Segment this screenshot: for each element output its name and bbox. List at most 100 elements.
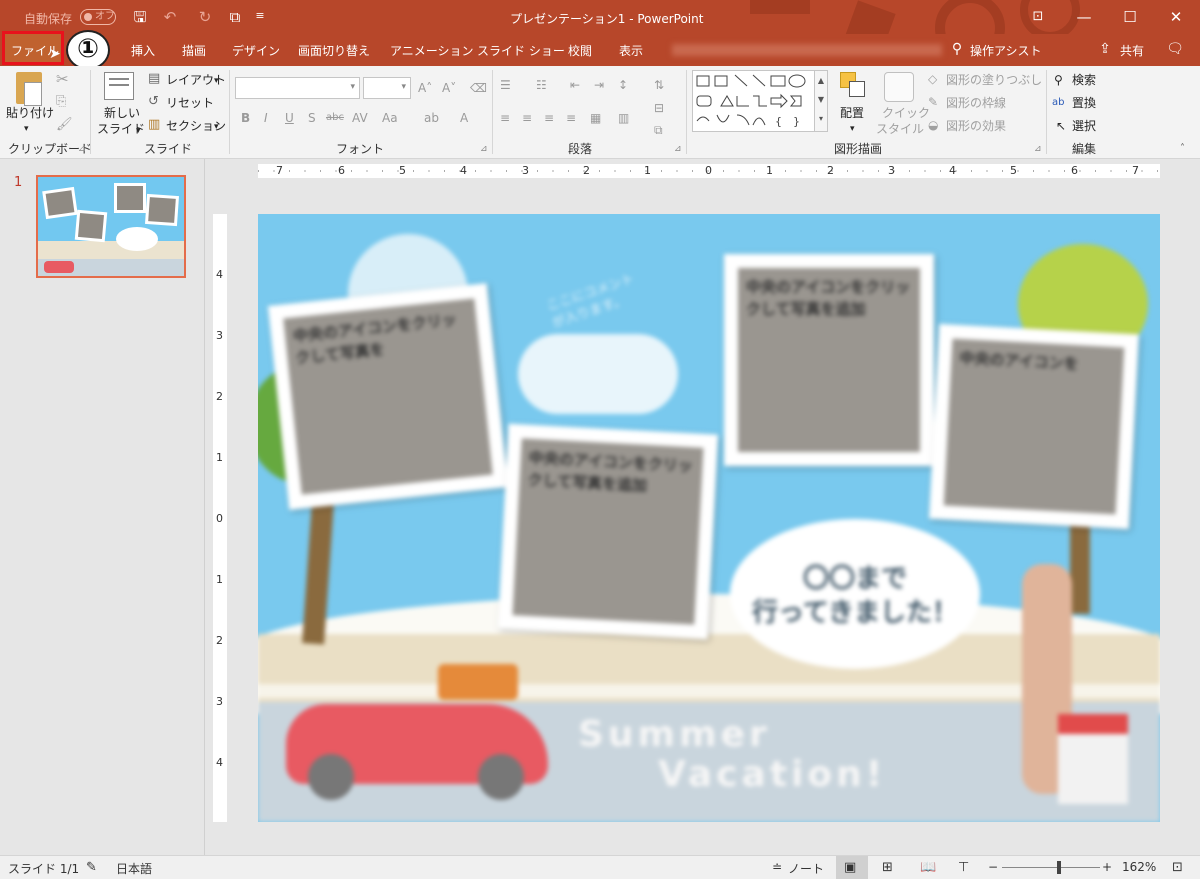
shape-fill-icon[interactable]: ◇ (928, 70, 937, 88)
font-color-icon[interactable]: A (460, 109, 468, 127)
normal-view-icon[interactable]: ▣ (844, 860, 856, 875)
italic-icon[interactable]: I (264, 109, 268, 127)
format-painter-icon[interactable]: 🖌 (56, 116, 73, 134)
decrease-font-icon[interactable]: A˅ (442, 79, 456, 97)
copy-icon[interactable]: ⎘ (56, 93, 66, 111)
customize-qat-icon[interactable]: ≡ (252, 6, 268, 26)
slide-sorter-icon[interactable]: ⊞ (882, 860, 893, 875)
increase-font-icon[interactable]: A˄ (418, 79, 432, 97)
paste-dropdown-icon[interactable]: ▾ (24, 120, 29, 138)
redo-icon[interactable]: ↻ (195, 7, 215, 27)
distributed-icon[interactable]: ▦ (590, 109, 601, 127)
increase-indent-icon[interactable]: ⇥ (594, 76, 604, 94)
slide-canvas[interactable]: 中央のアイコンをクリックして写真を 中央のアイコンをクリックして写真を追加 中央… (258, 214, 1160, 822)
tab-insert[interactable]: 挿入 (131, 42, 155, 59)
notes-icon[interactable]: ≐ (772, 860, 782, 874)
notes-button[interactable]: ノート (788, 860, 824, 877)
line-spacing-icon[interactable]: ↕ (618, 76, 628, 94)
bold-icon[interactable]: B (241, 109, 250, 127)
paragraph-launcher-icon[interactable]: ⊿ (674, 140, 682, 158)
tab-animations[interactable]: アニメーション (390, 42, 474, 59)
undo-icon[interactable]: ↶ (160, 7, 180, 27)
quick-styles-button[interactable]: スタイル (876, 120, 924, 138)
zoom-in-icon[interactable]: + (1102, 860, 1112, 874)
align-text-icon[interactable]: ⊟ (654, 99, 664, 117)
tab-file[interactable]: ファイル ➤ (2, 31, 64, 65)
tab-view[interactable]: 表示 (619, 42, 643, 59)
save-icon[interactable]: 🖫 (130, 7, 150, 27)
font-launcher-icon[interactable]: ⊿ (480, 140, 488, 158)
align-left-icon[interactable]: ≡ (500, 109, 510, 127)
select-icon[interactable]: ↖ (1056, 117, 1066, 135)
language-indicator[interactable]: 日本語 (116, 860, 152, 877)
comments-icon[interactable]: 🗨 (1166, 39, 1184, 59)
photo-frame-2[interactable]: 中央のアイコンをクリックして写真を追加 (497, 423, 719, 640)
smartart-icon[interactable]: ⧉ (654, 121, 663, 139)
close-icon[interactable]: ✕ (1166, 7, 1186, 27)
layout-dropdown-icon[interactable]: ▾ (214, 72, 219, 90)
reset-button[interactable]: リセット (166, 94, 214, 112)
change-case-icon[interactable]: Aa (382, 109, 398, 127)
tab-design[interactable]: デザイン (232, 42, 280, 59)
spellcheck-icon[interactable]: ✎ (86, 860, 97, 875)
bullets-icon[interactable]: ☰ (500, 76, 511, 94)
replace-button[interactable]: 置換 (1072, 94, 1096, 112)
find-button[interactable]: 検索 (1072, 71, 1096, 89)
zoom-out-icon[interactable]: − (988, 860, 998, 874)
photo-frame-1[interactable]: 中央のアイコンをクリックして写真を (267, 283, 509, 510)
paste-button[interactable]: 貼り付け (6, 104, 54, 122)
justify-icon[interactable]: ≡ (566, 109, 576, 127)
tell-me-box[interactable]: 操作アシスト (970, 42, 1042, 59)
fit-slide-icon[interactable]: ⊡ (1172, 860, 1183, 875)
shape-effects-icon[interactable]: ◒ (928, 116, 938, 134)
font-name-combo[interactable]: ▾ (235, 77, 360, 99)
zoom-slider-track[interactable] (1002, 867, 1100, 868)
highlight-icon[interactable]: ab (424, 109, 439, 127)
clipboard-launcher-icon[interactable]: ⊿ (78, 140, 86, 158)
arrange-dropdown-icon[interactable]: ▾ (850, 120, 855, 138)
slide-thumbnail[interactable] (36, 175, 186, 278)
autosave-toggle[interactable]: オフ (80, 9, 116, 25)
quick-styles-icon[interactable] (884, 72, 914, 102)
shape-outline-button[interactable]: 図形の枠線 (946, 94, 1006, 112)
reset-icon[interactable]: ↺ (148, 93, 159, 111)
clear-format-icon[interactable]: ⌫ (470, 79, 487, 97)
text-direction-icon[interactable]: ⇅ (654, 76, 664, 94)
columns-icon[interactable]: ▥ (618, 109, 629, 127)
drawing-launcher-icon[interactable]: ⊿ (1034, 140, 1042, 158)
layout-icon[interactable]: ▤ (148, 70, 160, 88)
tab-transitions[interactable]: 画面切り替え (298, 42, 370, 59)
underline-icon[interactable]: U (285, 109, 294, 127)
select-button[interactable]: 選択 (1072, 117, 1096, 135)
photo-frame-3[interactable]: 中央のアイコンをクリックして写真を追加 (724, 254, 934, 466)
strikethrough-icon[interactable]: abc (326, 109, 344, 127)
shape-outline-icon[interactable]: ✎ (928, 93, 938, 111)
align-center-icon[interactable]: ≡ (522, 109, 532, 127)
new-slide-dropdown-icon[interactable]: ▾ (136, 122, 141, 140)
tab-slideshow[interactable]: スライド ショー (477, 42, 565, 59)
shadow-icon[interactable]: S (308, 109, 316, 127)
new-slide-icon[interactable] (104, 72, 134, 100)
zoom-level[interactable]: 162% (1122, 860, 1156, 874)
shape-fill-button[interactable]: 図形の塗りつぶし (946, 71, 1042, 89)
collapse-ribbon-icon[interactable]: ˄ (1180, 140, 1185, 158)
start-from-beginning-icon[interactable]: ⧉ (225, 7, 245, 27)
shapes-gallery[interactable]: {} (692, 70, 822, 132)
decrease-indent-icon[interactable]: ⇤ (570, 76, 580, 94)
zoom-slider-thumb[interactable] (1057, 861, 1061, 874)
align-right-icon[interactable]: ≡ (544, 109, 554, 127)
section-dropdown-icon[interactable]: ▾ (214, 118, 219, 136)
numbering-icon[interactable]: ☷ (536, 76, 547, 94)
find-icon[interactable]: ⚲ (1054, 71, 1063, 89)
section-icon[interactable]: ▥ (148, 116, 160, 134)
maximize-icon[interactable]: ☐ (1120, 7, 1140, 27)
cut-icon[interactable]: ✂ (56, 70, 69, 88)
replace-icon[interactable]: ab (1052, 94, 1064, 112)
ribbon-display-icon[interactable]: ⊡ (1028, 7, 1048, 27)
tab-review[interactable]: 校閲 (568, 42, 592, 59)
char-spacing-icon[interactable]: AV (352, 109, 368, 127)
reading-view-icon[interactable]: 📖 (920, 860, 936, 875)
shape-effects-button[interactable]: 図形の効果 (946, 117, 1006, 135)
tab-draw[interactable]: 描画 (182, 42, 206, 59)
font-size-combo[interactable]: ▾ (363, 77, 411, 99)
